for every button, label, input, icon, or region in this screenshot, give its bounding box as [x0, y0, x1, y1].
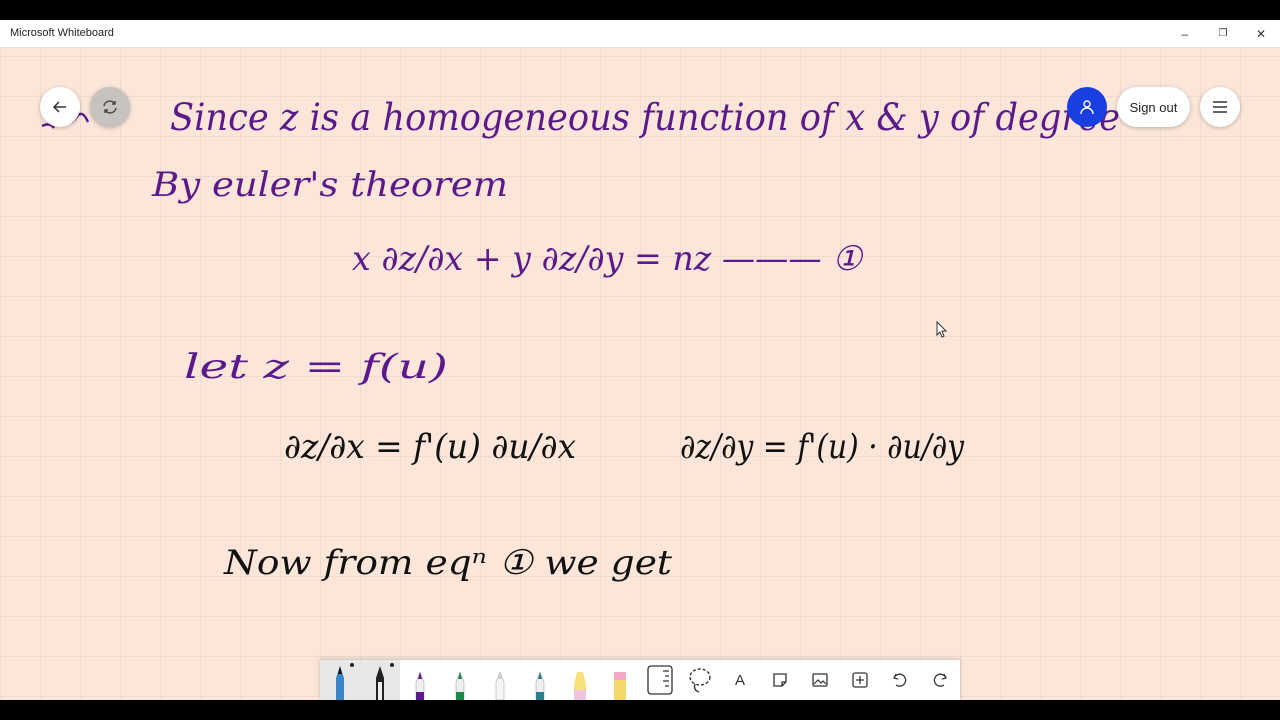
- undo-icon: [893, 673, 907, 687]
- insert-plus-icon: [852, 672, 868, 688]
- tool-undo[interactable]: [880, 660, 920, 700]
- close-icon: ✕: [1255, 26, 1267, 41]
- tool-highlighter-yellow[interactable]: [560, 660, 600, 700]
- ink-line-now: Now from eqⁿ ① we get: [223, 543, 672, 583]
- user-avatar[interactable]: [1067, 87, 1107, 127]
- highlighter-pink-icon: [614, 672, 626, 700]
- hamburger-menu-icon: [1213, 101, 1227, 113]
- bottom-black-bar: [0, 700, 1280, 720]
- sync-icon: [103, 100, 117, 114]
- window-title: Microsoft Whiteboard: [10, 27, 114, 39]
- tool-ruler[interactable]: [640, 660, 680, 700]
- tool-highlighter-pink[interactable]: [600, 660, 640, 700]
- ink-line-homogeneous: Since z is a homogeneous function of x &…: [170, 96, 1120, 139]
- ink-layer: Since z is a homogeneous function of x &…: [41, 96, 1120, 583]
- ink-line-euler: By euler's theorem: [151, 165, 508, 205]
- sign-out-button[interactable]: Sign out: [1117, 87, 1190, 127]
- tool-lasso[interactable]: [680, 660, 720, 700]
- tool-sticky-note[interactable]: [760, 660, 800, 700]
- pen-green-icon: [455, 671, 465, 700]
- sync-button[interactable]: [90, 87, 130, 127]
- sticky-note-icon: [773, 673, 787, 687]
- back-arrow-icon: [52, 101, 66, 113]
- image-icon: [812, 673, 828, 687]
- tool-pen-white[interactable]: [480, 660, 520, 700]
- text-icon: A: [734, 671, 745, 689]
- title-bar: Microsoft Whiteboard – ❐ ✕: [0, 20, 1280, 48]
- pen-black-icon: [336, 666, 344, 700]
- pen-purple-icon: [415, 671, 425, 700]
- redo-icon: [933, 673, 947, 687]
- tool-pen-purple[interactable]: [400, 660, 440, 700]
- tool-insert[interactable]: [840, 660, 880, 700]
- tool-pen-black[interactable]: [320, 660, 360, 700]
- pen-settings-dot: [390, 663, 394, 667]
- tool-pen-green[interactable]: [440, 660, 480, 700]
- whiteboard-canvas[interactable]: Since z is a homogeneous function of x &…: [0, 48, 1280, 700]
- ink-line-euler-equation: x ∂z/∂x + y ∂z/∂y = nz ——— ①: [352, 239, 863, 279]
- pen-black-2-icon: [376, 666, 384, 700]
- ink-toolbar: A: [320, 660, 960, 700]
- tool-pen-teal[interactable]: [520, 660, 560, 700]
- close-button[interactable]: ✕: [1242, 20, 1280, 47]
- restore-button[interactable]: ❐: [1204, 20, 1242, 47]
- ink-line-dz-dx: ∂z/∂x = f'(u) ∂u/∂x: [284, 427, 576, 467]
- mouse-cursor-icon: [936, 320, 948, 338]
- ink-line-let: let z = f(u): [184, 347, 448, 387]
- tool-text[interactable]: A: [720, 660, 760, 700]
- pen-teal-icon: [535, 671, 545, 700]
- top-black-bar: [0, 0, 1280, 20]
- pen-white-icon: [495, 671, 505, 700]
- ink-line-dz-dy: ∂z/∂y = f'(u) · ∂u/∂y: [680, 427, 965, 467]
- menu-button[interactable]: [1200, 87, 1240, 127]
- pen-selected-dot: [350, 663, 354, 667]
- highlighter-yellow-icon: [574, 672, 586, 700]
- back-button[interactable]: [40, 87, 80, 127]
- tool-image[interactable]: [800, 660, 840, 700]
- ruler-icon: [647, 665, 673, 695]
- restore-icon: ❐: [1218, 28, 1228, 39]
- tool-redo[interactable]: [920, 660, 960, 700]
- tool-pen-black-2[interactable]: [360, 660, 400, 700]
- person-icon: [1080, 100, 1094, 115]
- minimize-icon: –: [1181, 26, 1189, 41]
- minimize-button[interactable]: –: [1166, 20, 1204, 47]
- lasso-icon: [689, 668, 711, 693]
